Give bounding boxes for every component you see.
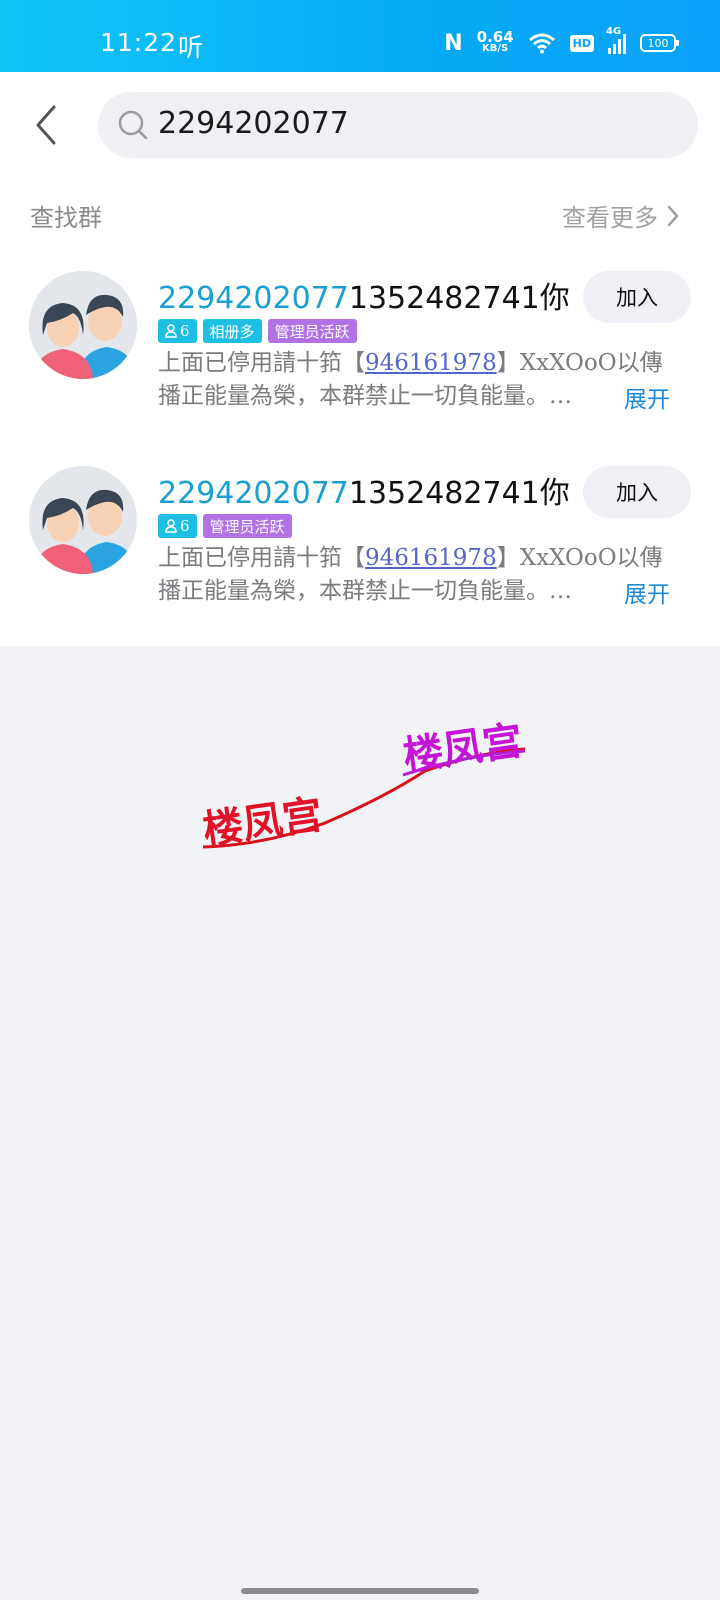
search-query[interactable]: 2294202077 — [158, 106, 349, 141]
net-speed-value: 0.64 — [476, 28, 514, 46]
group-name[interactable]: 22942020771352482741你 — [158, 468, 570, 512]
status-bar: 11:22 听 N 0.64 KB/S HD 4G 100 — [0, 0, 720, 72]
watermark-logo: 楼凤宫 楼凤宫 — [200, 718, 525, 854]
listen-icon: 听 — [178, 33, 204, 62]
back-icon[interactable] — [30, 103, 66, 147]
watermark-text-left: 楼凤宫 — [200, 792, 325, 854]
description-line-1: 上面已停用請十筘【946161978】XxXOoO以傳 — [158, 347, 678, 380]
signal-icon: 4G — [606, 26, 626, 54]
see-more-link[interactable]: 查看更多 — [562, 198, 680, 233]
description-text: 上面已停用請十筘【 — [158, 350, 365, 376]
description-link[interactable]: 946161978 — [365, 350, 497, 376]
nfc-icon: N — [444, 30, 463, 56]
see-more-label: 查看更多 — [562, 204, 658, 232]
search-icon — [118, 110, 148, 140]
section-title: 查找群 — [30, 204, 102, 232]
member-count: 6 — [180, 322, 190, 340]
tag-badge: 相册多 — [202, 319, 262, 343]
tag-badge: 管理员活跃 — [202, 514, 292, 538]
search-input[interactable]: 2294202077 — [98, 92, 698, 158]
join-button[interactable]: 加入 — [583, 466, 691, 518]
battery-icon: 100 — [640, 34, 679, 52]
network-type: 4G — [606, 26, 622, 37]
couple-avatar-icon — [29, 466, 137, 574]
couple-avatar-icon — [29, 271, 137, 379]
description-text: 上面已停用請十筘【 — [158, 545, 365, 571]
net-speed-unit: KB/S — [482, 43, 509, 54]
description-line-1: 上面已停用請十筘【946161978】XxXOoO以傳 — [158, 542, 678, 575]
tag-badge: 管理员活跃 — [267, 319, 357, 343]
group-row[interactable]: 22942020771352482741你 6 管理员活跃 上面已停用請十筘【9… — [0, 466, 720, 656]
status-time: 11:22 — [100, 28, 178, 57]
group-name-rest: 1352482741你 — [348, 476, 570, 511]
wifi-icon — [528, 33, 555, 54]
group-name[interactable]: 22942020771352482741你 — [158, 273, 570, 317]
description-line-2: 播正能量為榮，本群禁止一切負能量。… — [158, 383, 572, 409]
watermark-text-right: 楼凤宫 — [400, 718, 525, 780]
join-button[interactable]: 加入 — [583, 271, 691, 323]
description-text: 】XxXOoO以傳 — [496, 545, 663, 571]
home-indicator[interactable] — [241, 1588, 479, 1594]
expand-button[interactable]: 展开 — [624, 380, 670, 414]
group-tags: 6 管理员活跃 — [158, 514, 292, 538]
group-row[interactable]: 22942020771352482741你 6 相册多 管理员活跃 上面已停用請… — [0, 271, 720, 461]
group-tags: 6 相册多 管理员活跃 — [158, 319, 357, 343]
group-name-match: 2294202077 — [158, 281, 349, 316]
description-text: 】XxXOoO以傳 — [496, 350, 663, 376]
expand-button[interactable]: 展开 — [624, 575, 670, 609]
member-count-badge: 6 — [158, 319, 197, 343]
description-link[interactable]: 946161978 — [365, 545, 497, 571]
group-description: 上面已停用請十筘【946161978】XxXOoO以傳 播正能量為榮，本群禁止一… — [158, 347, 678, 413]
person-icon — [165, 324, 177, 338]
group-avatar — [29, 466, 137, 574]
group-description: 上面已停用請十筘【946161978】XxXOoO以傳 播正能量為榮，本群禁止一… — [158, 542, 678, 608]
hd-icon: HD — [569, 34, 594, 52]
member-count-badge: 6 — [158, 514, 197, 538]
group-name-match: 2294202077 — [158, 476, 349, 511]
status-icons: N 0.64 KB/S HD 4G 100 — [444, 26, 679, 60]
net-speed: 0.64 KB/S — [476, 28, 514, 55]
chevron-right-icon — [667, 205, 679, 226]
description-line-2: 播正能量為榮，本群禁止一切負能量。… — [158, 578, 572, 604]
group-avatar — [29, 271, 137, 379]
group-name-rest: 1352482741你 — [348, 281, 570, 316]
person-icon — [165, 519, 177, 533]
member-count: 6 — [180, 517, 190, 535]
